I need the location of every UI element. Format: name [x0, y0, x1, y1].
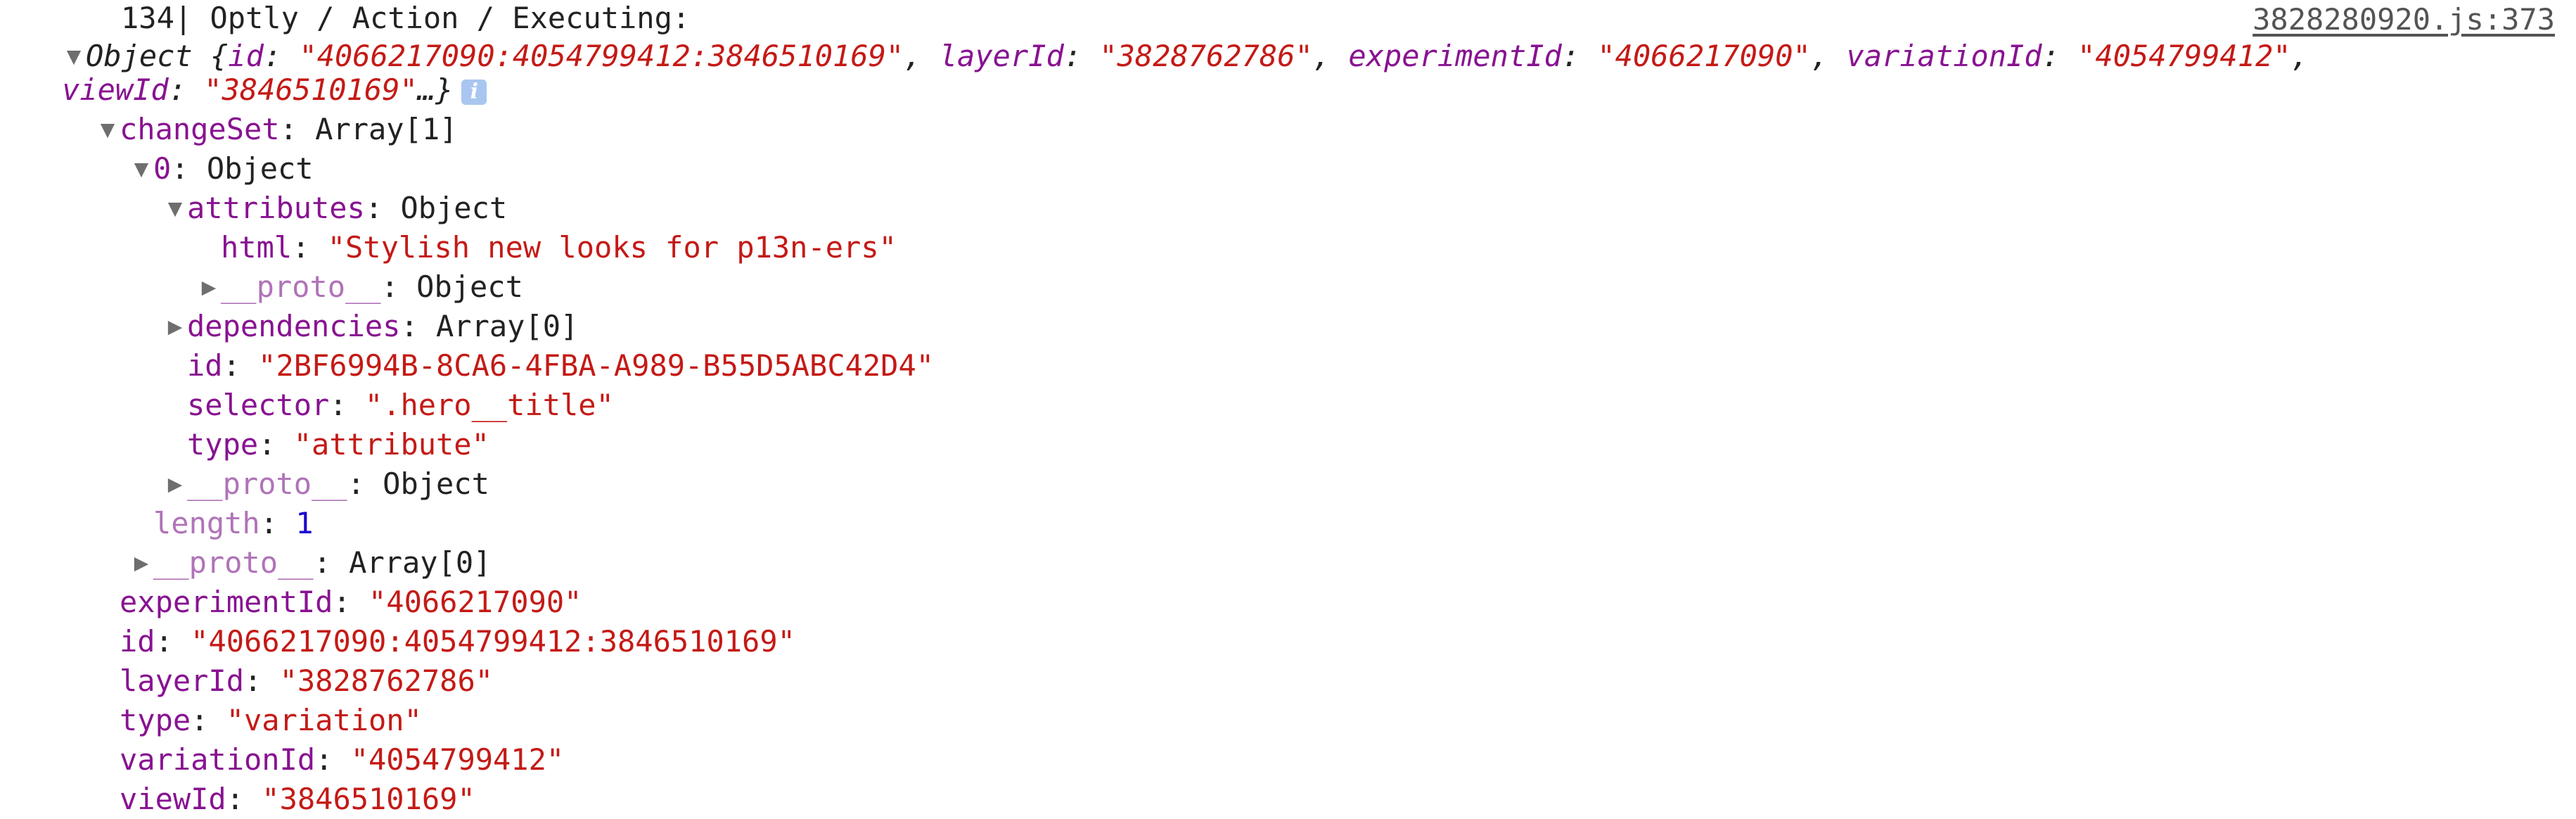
source-file-link[interactable]: 3828280920.js:373	[2253, 0, 2555, 39]
console-message-line: 134| Optly / Action / Executing:	[121, 0, 690, 38]
tree-row-attributes-proto[interactable]: ▶ __proto__: Object	[197, 267, 523, 307]
property-value: Object	[383, 466, 489, 501]
property-key: type	[187, 427, 259, 462]
collapsed-triangle-icon[interactable]: ▶	[129, 543, 153, 583]
summary-variation-key: variationId	[1846, 39, 2042, 73]
property-key: viewId	[120, 782, 226, 816]
summary-id-value: "4066217090:4054799412:3846510169"	[299, 39, 904, 73]
collapsed-triangle-icon[interactable]: ▶	[163, 464, 187, 504]
tree-row-item-0[interactable]: ▼ 0: Object	[129, 149, 314, 189]
tree-row-array-proto[interactable]: ▶ __proto__: Array[0]	[129, 543, 492, 583]
property-value: Object	[206, 151, 314, 186]
property-value: "Stylish new looks for p13n-ers"	[327, 230, 897, 265]
property-value: "3828762786"	[279, 664, 494, 698]
property-key: length	[153, 506, 260, 540]
summary-view-value: "3846510169"	[204, 72, 418, 107]
tree-row-length: length: 1	[153, 506, 314, 540]
property-key: __proto__	[187, 466, 347, 501]
property-value: "2BF6994B-8CA6-4FBA-A989-B55D5ABC42D4"	[258, 348, 935, 383]
property-key: type	[120, 703, 191, 737]
property-key: dependencies	[187, 309, 401, 343]
expanded-triangle-icon[interactable]: ▼	[163, 189, 187, 228]
summary-experiment-value: "4066217090"	[1597, 39, 1811, 73]
summary-layer-value: "3828762786"	[1099, 39, 1313, 73]
tree-row-view-id: viewId: "3846510169"	[120, 782, 475, 816]
property-value: Array[0]	[349, 545, 492, 580]
tree-row-dependencies[interactable]: ▶ dependencies: Array[0]	[163, 307, 579, 346]
property-value: Object	[416, 269, 523, 304]
console-panel: 134| Optly / Action / Executing: 3828280…	[0, 0, 2576, 819]
object-open-brace: {	[192, 39, 229, 73]
line-separator: |	[174, 1, 193, 35]
tree-row-attributes[interactable]: ▼ attributes: Object	[163, 189, 507, 228]
property-key: id	[120, 624, 155, 659]
tree-row-type-variation: type: "variation"	[120, 703, 422, 737]
collapsed-triangle-icon[interactable]: ▶	[197, 267, 221, 307]
tree-row-item-id: id: "2BF6994B-8CA6-4FBA-A989-B55D5ABC42D…	[187, 348, 935, 383]
property-key: variationId	[120, 742, 316, 777]
summary-view-key: viewId	[62, 72, 169, 107]
property-value: "attribute"	[293, 427, 489, 462]
property-key: selector	[187, 388, 330, 422]
console-message: Optly / Action / Executing:	[192, 1, 691, 35]
summary-experiment-key: experimentId	[1348, 39, 1562, 73]
property-key: changeSet	[120, 112, 280, 146]
property-value: Array[1]	[315, 112, 458, 146]
expanded-triangle-icon[interactable]: ▼	[96, 110, 120, 149]
collapsed-triangle-icon[interactable]: ▶	[163, 307, 187, 346]
tree-row-layer-id: layerId: "3828762786"	[120, 664, 494, 698]
property-value: Object	[400, 191, 508, 225]
tree-row-variation-id: variationId: "4054799412"	[120, 742, 565, 777]
property-value: "4066217090:4054799412:3846510169"	[191, 624, 795, 659]
summary-variation-value: "4054799412"	[2077, 39, 2291, 73]
tree-row-id: id: "4066217090:4054799412:3846510169"	[120, 624, 795, 659]
property-value: "4054799412"	[350, 742, 565, 777]
property-value: "variation"	[226, 703, 422, 737]
expanded-triangle-icon[interactable]: ▼	[129, 149, 153, 189]
property-value: "4066217090"	[369, 585, 582, 619]
tree-row-experiment-id: experimentId: "4066217090"	[120, 585, 582, 619]
property-value: "3846510169"	[262, 782, 475, 816]
property-value: 1	[295, 506, 314, 540]
property-key: experimentId	[120, 585, 333, 619]
summary-close: …}	[417, 72, 454, 107]
tree-row-selector: selector: ".hero__title"	[187, 388, 614, 422]
property-key: attributes	[187, 191, 365, 225]
property-key: layerId	[120, 664, 245, 698]
tree-row-changeset[interactable]: ▼ changeSet: Array[1]	[96, 110, 458, 149]
property-value: ".hero__title"	[364, 388, 614, 422]
info-icon[interactable]: i	[461, 79, 487, 105]
property-key: __proto__	[153, 545, 314, 580]
line-number: 134	[121, 1, 174, 35]
property-key: id	[187, 348, 223, 383]
object-summary-continuation: viewId: "3846510169"…} i	[62, 70, 487, 110]
property-key: 0	[153, 151, 172, 186]
tree-row-item-proto[interactable]: ▶ __proto__: Object	[163, 464, 489, 504]
summary-layer-key: layerId	[939, 39, 1064, 73]
property-key: __proto__	[221, 269, 381, 304]
property-value: Array[0]	[436, 309, 579, 343]
property-key: html	[221, 230, 293, 265]
tree-row-html: html: "Stylish new looks for p13n-ers"	[221, 230, 897, 265]
object-type-label: Object	[86, 39, 193, 73]
summary-id-key: id	[228, 39, 264, 73]
tree-row-type: type: "attribute"	[187, 427, 489, 462]
